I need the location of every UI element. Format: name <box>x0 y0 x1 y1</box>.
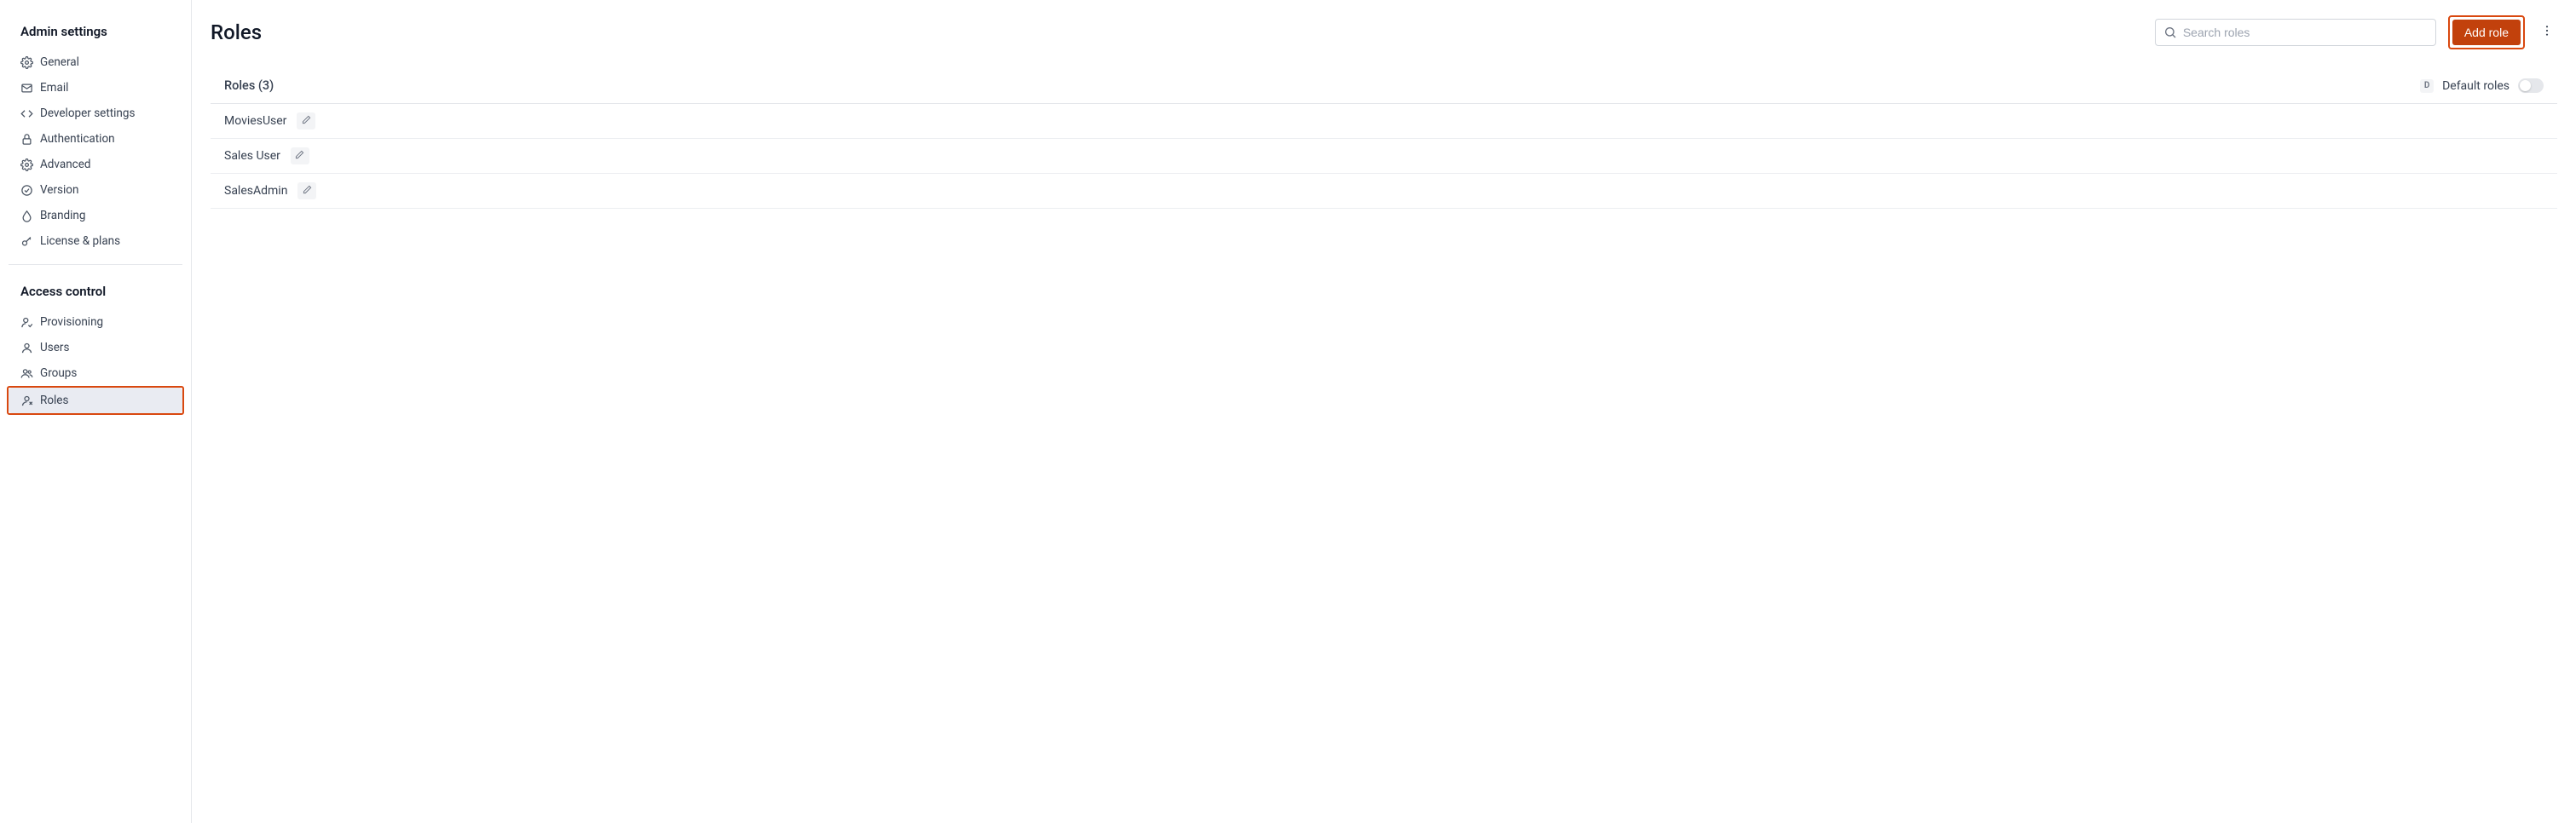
sidebar-item-provisioning[interactable]: Provisioning <box>9 309 182 335</box>
gear-icon <box>20 56 33 69</box>
pencil-icon <box>295 149 304 163</box>
default-roles-toggle[interactable] <box>2518 78 2544 93</box>
sidebar-section-access-title: Access control <box>9 280 182 309</box>
sidebar-item-label: License & plans <box>40 234 120 248</box>
default-badge: D <box>2420 79 2434 93</box>
more-vertical-icon <box>2540 24 2554 41</box>
sidebar-item-groups[interactable]: Groups <box>9 360 182 386</box>
default-roles-label: Default roles <box>2442 79 2510 93</box>
more-menu-button[interactable] <box>2537 19 2557 46</box>
search-icon <box>2163 26 2177 39</box>
sidebar-item-email[interactable]: Email <box>9 75 182 101</box>
role-row[interactable]: Sales User <box>211 139 2557 174</box>
sidebar-divider <box>9 264 182 265</box>
lock-icon <box>20 133 33 146</box>
user-icon <box>20 342 33 354</box>
search-wrap <box>2155 19 2436 46</box>
role-name: SalesAdmin <box>224 184 287 198</box>
sidebar-item-label: Authentication <box>40 132 115 146</box>
add-role-button[interactable]: Add role <box>2452 20 2521 45</box>
sidebar-item-label: Roles <box>40 394 68 407</box>
sidebar-item-label: Provisioning <box>40 315 103 329</box>
code-icon <box>20 107 33 120</box>
search-input[interactable] <box>2155 19 2436 46</box>
role-row[interactable]: MoviesUser <box>211 104 2557 139</box>
sidebar-item-developer-settings[interactable]: Developer settings <box>9 101 182 126</box>
sidebar-item-general[interactable]: General <box>9 49 182 75</box>
role-name: Sales User <box>224 149 280 163</box>
user-role-icon <box>20 394 33 407</box>
sidebar: Admin settings General Email Developer s… <box>0 0 192 823</box>
sidebar-item-label: Groups <box>40 366 77 380</box>
sidebar-item-label: Developer settings <box>40 106 135 120</box>
main-content: Roles Add role Roles (3) D Default roles… <box>192 0 2576 823</box>
page-header: Roles Add role <box>211 15 2557 49</box>
default-roles-control: D Default roles <box>2420 78 2544 93</box>
key-icon <box>20 235 33 248</box>
pencil-icon <box>303 184 312 198</box>
sidebar-item-advanced[interactable]: Advanced <box>9 152 182 177</box>
mail-icon <box>20 82 33 95</box>
users-icon <box>20 367 33 380</box>
edit-role-button[interactable] <box>297 112 315 129</box>
droplet-icon <box>20 210 33 222</box>
user-check-icon <box>20 316 33 329</box>
sidebar-item-roles[interactable]: Roles <box>9 388 182 413</box>
sidebar-item-authentication[interactable]: Authentication <box>9 126 182 152</box>
sidebar-item-license-plans[interactable]: License & plans <box>9 228 182 254</box>
role-name: MoviesUser <box>224 114 286 128</box>
roles-section-header: Roles (3) D Default roles <box>211 70 2557 104</box>
sidebar-item-label: Users <box>40 341 69 354</box>
pencil-icon <box>302 114 311 128</box>
page-title: Roles <box>211 20 2143 44</box>
sidebar-item-label: Email <box>40 81 68 95</box>
sidebar-roles-highlight: Roles <box>7 386 184 415</box>
role-row[interactable]: SalesAdmin <box>211 174 2557 209</box>
add-role-highlight: Add role <box>2448 15 2525 49</box>
sidebar-item-label: Advanced <box>40 158 91 171</box>
edit-role-button[interactable] <box>291 147 309 164</box>
sidebar-item-users[interactable]: Users <box>9 335 182 360</box>
sidebar-item-branding[interactable]: Branding <box>9 203 182 228</box>
edit-role-button[interactable] <box>297 182 316 199</box>
check-circle-icon <box>20 184 33 197</box>
sidebar-item-label: General <box>40 55 79 69</box>
gear-icon <box>20 158 33 171</box>
sidebar-item-label: Version <box>40 183 78 197</box>
sidebar-section-admin-title: Admin settings <box>9 20 182 49</box>
roles-count-title: Roles (3) <box>224 78 2420 93</box>
sidebar-item-version[interactable]: Version <box>9 177 182 203</box>
sidebar-item-label: Branding <box>40 209 85 222</box>
